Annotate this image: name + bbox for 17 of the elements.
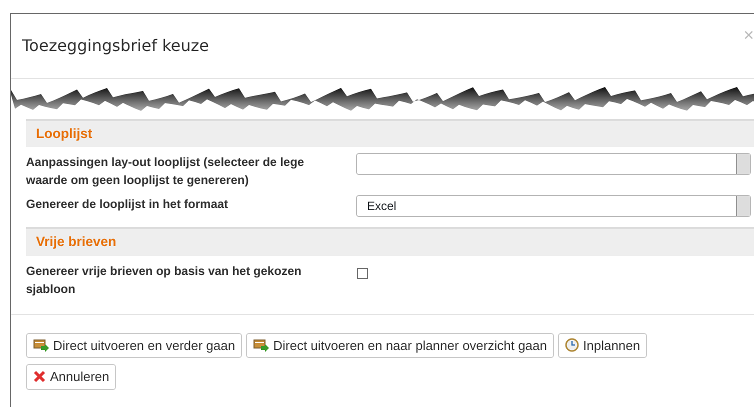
action-button[interactable]: Inplannen — [558, 332, 648, 358]
dialog-title: Toezeggingsbrief keuze — [22, 35, 209, 57]
cross-icon — [33, 370, 46, 384]
field-label: Aanpassingen lay-out looplijst (selecteer de lege waarde om geen looplijst te genereren) — [26, 154, 306, 190]
section-header: Looplijst — [26, 119, 754, 148]
action-button[interactable]: Direct uitvoeren en naar planner overzicht gaan — [246, 332, 554, 358]
action-button[interactable]: Direct uitvoeren en verder gaan — [26, 332, 242, 358]
document-arrow-icon — [253, 338, 270, 352]
dropdown-field[interactable]: Excel — [356, 195, 751, 218]
field-label: Genereer de looplijst in het formaat — [26, 196, 230, 214]
document-arrow-icon — [33, 338, 49, 352]
field-label: Genereer vrije brieven op basis van het gekozen sjabloon — [26, 262, 302, 298]
clock-icon — [565, 338, 579, 352]
checkbox[interactable] — [357, 268, 368, 278]
section-header: Vrije brieven — [26, 227, 754, 256]
action-button[interactable]: Annuleren — [26, 364, 116, 390]
dropdown-field[interactable] — [356, 153, 751, 176]
